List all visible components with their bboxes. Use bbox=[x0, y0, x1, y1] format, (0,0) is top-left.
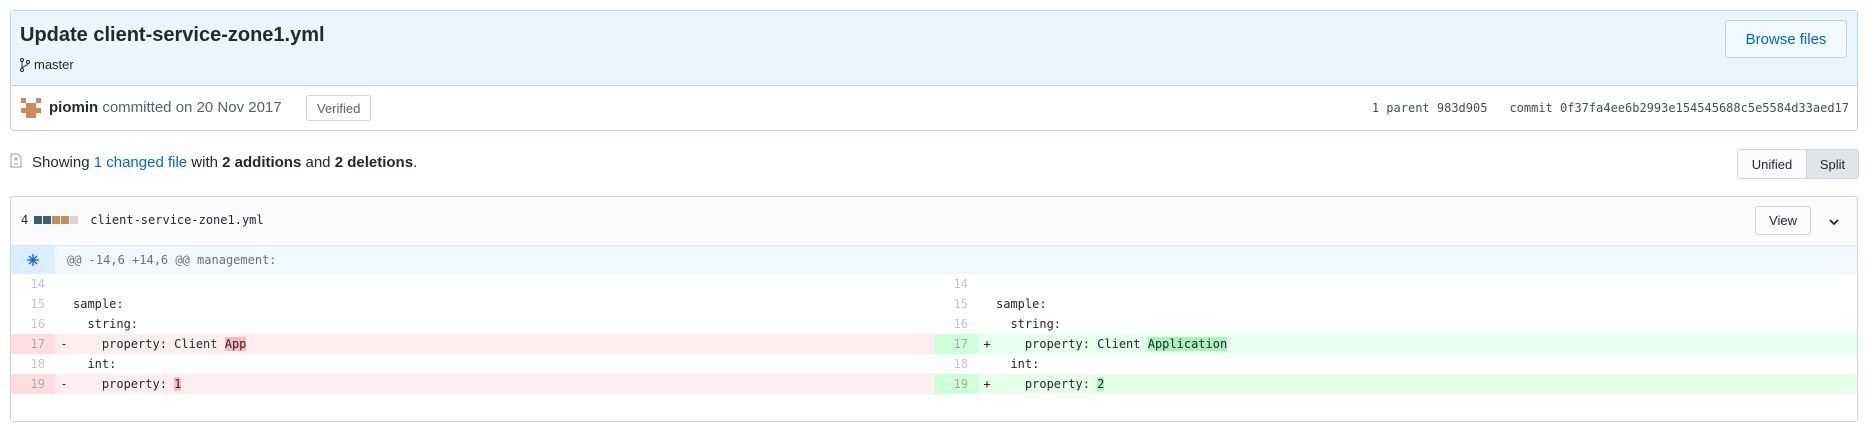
diff-line: 19 + property: 2 bbox=[934, 374, 1857, 394]
code-text: sample: bbox=[73, 297, 124, 311]
commit-sha: commit 0f37fa4ee6b2993e154545688c5e5584d… bbox=[1509, 101, 1849, 115]
diffstat: 4 client-service-zone1.yml bbox=[21, 213, 264, 227]
code-text: string: bbox=[996, 317, 1062, 331]
changed-token: 1 bbox=[174, 377, 182, 391]
diff-line: 14 bbox=[934, 274, 1857, 294]
code-text: property: 2 bbox=[996, 377, 1105, 391]
line-number[interactable]: 16 bbox=[11, 314, 55, 334]
diff-sign: + bbox=[983, 377, 991, 391]
changed-files-link[interactable]: 1 changed file bbox=[94, 154, 187, 171]
diff-sign: - bbox=[60, 337, 68, 351]
line-number[interactable]: 17 bbox=[934, 334, 978, 354]
code-text: int: bbox=[73, 357, 117, 371]
code-text: sample: bbox=[996, 297, 1047, 311]
diff-summary-text: Showing 1 changed file with 2 additions … bbox=[32, 154, 418, 171]
branch-icon bbox=[20, 57, 30, 72]
commit-box: Update client-service-zone1.yml master B… bbox=[10, 10, 1858, 131]
line-number[interactable]: 18 bbox=[11, 354, 55, 374]
diff-left-side: 14 15 sample: 16 string: 17- property: Clien… bbox=[11, 274, 934, 394]
branch-name: master bbox=[34, 57, 74, 72]
line-number[interactable]: 15 bbox=[934, 294, 978, 314]
line-number[interactable]: 14 bbox=[11, 274, 55, 294]
diff-line: 15 sample: bbox=[934, 294, 1857, 314]
unified-button[interactable]: Unified bbox=[1737, 149, 1807, 179]
diff-summary: Showing 1 changed file with 2 additions … bbox=[10, 153, 417, 172]
diff-line: 17- property: Client App bbox=[11, 334, 934, 354]
line-number[interactable]: 14 bbox=[934, 274, 978, 294]
file-header: 4 client-service-zone1.yml View bbox=[11, 197, 1857, 246]
commit-meta: piomin committed on 20 Nov 2017 Verified… bbox=[11, 86, 1857, 130]
diff-line: 18 int: bbox=[934, 354, 1857, 374]
diff-view-toggle: Unified Split bbox=[1737, 149, 1859, 179]
code-text: property: Client Application bbox=[996, 337, 1228, 351]
line-number[interactable]: 18 bbox=[934, 354, 978, 374]
branch-indicator[interactable]: master bbox=[20, 57, 74, 72]
line-number[interactable]: 17 bbox=[11, 334, 55, 354]
diff-line: 16 string: bbox=[934, 314, 1857, 334]
line-number[interactable]: 19 bbox=[11, 374, 55, 394]
diff-line: 14 bbox=[11, 274, 934, 294]
code-text: property: Client App bbox=[73, 337, 247, 351]
expand-icon[interactable] bbox=[11, 246, 55, 274]
chevron-down-icon[interactable] bbox=[1829, 213, 1839, 231]
split-button[interactable]: Split bbox=[1807, 149, 1859, 179]
diff-line: 18 int: bbox=[11, 354, 934, 374]
changed-token: App bbox=[224, 337, 247, 351]
verified-badge[interactable]: Verified bbox=[306, 95, 372, 121]
author-link[interactable]: piomin bbox=[49, 99, 98, 116]
hunk-header: @@ -14,6 +14,6 @@ management: bbox=[11, 246, 1857, 274]
split-diff: 14 15 sample: 16 string: 17- property: Clien… bbox=[11, 274, 1857, 394]
commit-byline: piomin committed on 20 Nov 2017 bbox=[49, 99, 282, 116]
code-text: int: bbox=[996, 357, 1040, 371]
code-text: property: 1 bbox=[73, 377, 182, 391]
commit-title: Update client-service-zone1.yml bbox=[20, 24, 325, 46]
line-number[interactable]: 19 bbox=[934, 374, 978, 394]
parent-sha[interactable]: 1 parent 983d905 bbox=[1372, 101, 1488, 115]
line-number[interactable]: 15 bbox=[11, 294, 55, 314]
avatar[interactable] bbox=[21, 98, 41, 118]
changed-token: 2 bbox=[1097, 377, 1105, 391]
diff-right-side: 14 15 sample: 16 string: 17 + property: Clien… bbox=[934, 274, 1857, 394]
diff-line: 17 + property: Client Application bbox=[934, 334, 1857, 354]
diff-line: 16 string: bbox=[11, 314, 934, 334]
code-text: string: bbox=[73, 317, 139, 331]
file-diff: 4 client-service-zone1.yml View @@ -14,6… bbox=[10, 196, 1858, 422]
commit-sha-info: 1 parent 983d905 commit 0f37fa4ee6b2993e1… bbox=[1350, 101, 1849, 115]
diff-sign: + bbox=[983, 337, 991, 351]
diff-line: 19- property: 1 bbox=[11, 374, 934, 394]
changed-token: Application bbox=[1147, 337, 1228, 351]
committed-date: committed on 20 Nov 2017 bbox=[98, 99, 282, 116]
file-diff-icon bbox=[10, 153, 22, 172]
view-file-button[interactable]: View bbox=[1755, 206, 1811, 235]
file-name[interactable]: client-service-zone1.yml bbox=[90, 213, 263, 227]
change-count: 4 bbox=[21, 213, 29, 227]
commit-header: Update client-service-zone1.yml master B… bbox=[11, 11, 1857, 86]
hunk-header-text: @@ -14,6 +14,6 @@ management: bbox=[67, 253, 277, 267]
diff-line: 15 sample: bbox=[11, 294, 934, 314]
diff-sign: - bbox=[60, 377, 68, 391]
line-number[interactable]: 16 bbox=[934, 314, 978, 334]
browse-files-button[interactable]: Browse files bbox=[1725, 20, 1847, 58]
diffstat-blocks bbox=[34, 216, 79, 224]
